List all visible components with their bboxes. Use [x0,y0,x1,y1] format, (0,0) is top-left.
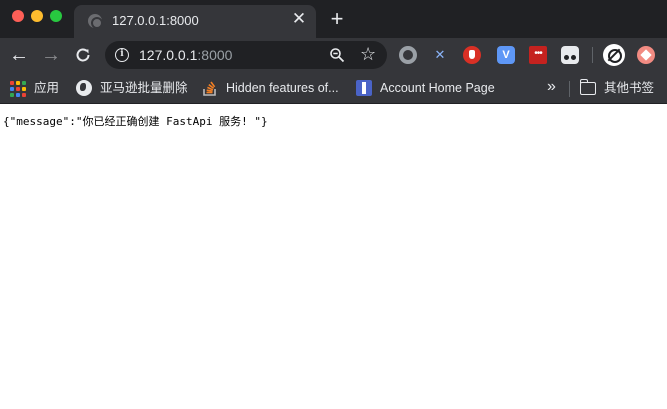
zoom-icon[interactable] [329,47,345,63]
toolbar-divider [592,47,593,63]
url-text[interactable]: 127.0.0.1:8000 [139,47,232,63]
browser-tab[interactable]: 127.0.0.1:8000 ✕ [74,5,316,38]
page-content: {"message":"你已经正确创建 FastApi 服务! "} [0,105,667,409]
json-response-text: {"message":"你已经正确创建 FastApi 服务! "} [3,115,268,128]
slash-mark [607,48,621,62]
globe-icon [76,80,92,96]
bookmark-star-icon[interactable]: ☆ [360,44,376,64]
window-close-button[interactable] [12,10,24,22]
tab-close-icon[interactable]: ✕ [290,10,308,28]
bookmark-label: 其他书签 [604,81,655,95]
window-minimize-button[interactable] [31,10,43,22]
x-extension-icon[interactable]: ✕ [431,46,449,64]
navigation-toolbar: ← → i 127.0.0.1:8000 ☆ ✕ V ••• [0,38,667,72]
bookmarks-divider [569,81,570,97]
bookmark-label: 亚马逊批量删除 [100,81,188,95]
diamond-extension-icon[interactable] [637,46,655,64]
reload-icon [76,48,90,62]
hand-extension-icon[interactable] [463,46,481,64]
apps-grid-icon [10,80,26,97]
v-extension-icon[interactable]: V [497,46,515,64]
reload-button[interactable] [71,43,95,67]
back-button[interactable]: ← [7,43,31,67]
stackoverflow-icon [203,81,216,96]
tab-strip: 127.0.0.1:8000 ✕ + [0,0,667,38]
globe-favicon-icon [88,14,103,29]
window-maximize-button[interactable] [50,10,62,22]
account-icon [356,80,372,96]
bookmark-label: Account Home Page [380,81,495,95]
oo-extension-icon[interactable] [561,46,579,64]
address-bar[interactable]: i 127.0.0.1:8000 ☆ [105,41,387,69]
forward-button[interactable]: → [39,43,63,67]
folder-icon [580,79,596,95]
more-bookmarks-chevron-icon[interactable]: » [547,78,556,96]
new-tab-button[interactable]: + [326,8,348,30]
bookmark-label: Hidden features of... [226,81,339,95]
dots-extension-icon[interactable]: ••• [529,46,547,64]
no-track-extension-icon[interactable] [603,44,625,66]
site-info-icon[interactable]: i [115,48,129,62]
url-host: 127.0.0.1 [139,47,198,63]
circle-extension-icon[interactable] [399,46,417,64]
bookmark-label: 应用 [34,81,60,95]
url-port: :8000 [197,47,233,63]
tab-title: 127.0.0.1:8000 [112,13,199,28]
bookmarks-bar: 应用 亚马逊批量删除 Hidden features of... Account… [0,72,667,104]
